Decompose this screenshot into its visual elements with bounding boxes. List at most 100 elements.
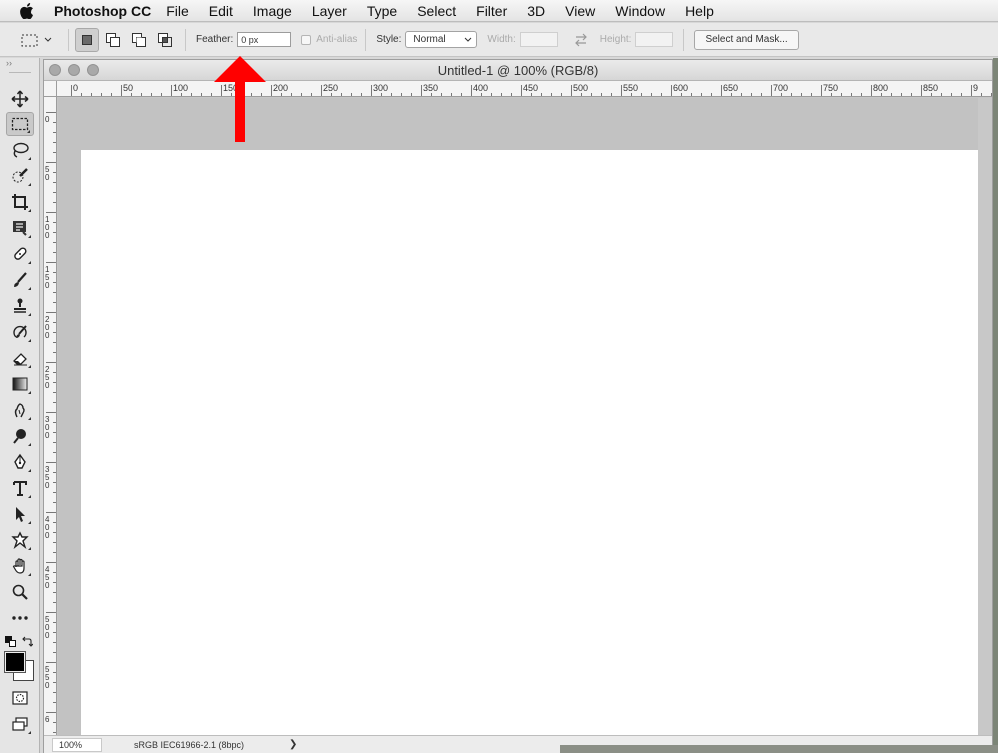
menu-edit[interactable]: Edit [209,3,233,19]
desktop-background-bottom [560,745,998,753]
tool-group-indicator [28,521,31,524]
zoom-tool[interactable] [6,580,34,604]
options-divider [68,28,69,51]
hand-tool[interactable] [6,554,34,578]
vertical-ruler-ticks: 0501001502002503003504004505005506 [45,112,56,733]
height-input[interactable] [635,32,674,47]
healing-brush-icon [14,247,27,260]
panel-grip[interactable] [9,72,31,73]
edit-toolbar-button[interactable] [6,606,34,630]
intersect-selection-button[interactable] [153,28,177,52]
lasso-tool[interactable] [6,138,34,162]
screen-mode-button[interactable] [6,712,34,736]
quick-selection-tool[interactable] [6,164,34,188]
ruler-label: 0 [45,381,50,390]
spot-healing-tool[interactable] [6,242,34,266]
zoom-window-button[interactable] [87,64,99,76]
dodge-tool[interactable] [6,424,34,448]
tool-group-indicator [28,495,31,498]
document-title-bar[interactable]: Untitled-1 @ 100% (RGB/8) [44,60,992,81]
quick-mask-button[interactable] [6,686,34,710]
horizontal-ruler[interactable]: 0 50 100 150 200 250 300 350 400 450 500 550 600 650 7… [57,81,992,97]
ruler-label: 250 [323,83,338,93]
path-selection-icon [16,507,25,522]
history-brush-tool[interactable] [6,320,34,344]
ruler-label: 400 [473,83,488,93]
add-selection-icon [106,32,120,47]
select-and-mask-button[interactable]: Select and Mask... [694,29,799,50]
chevron-down-icon [465,37,472,42]
document-window: Untitled-1 @ 100% (RGB/8) 0 50 100 150 200 25… [43,59,993,753]
document-profile: sRGB IEC61966-2.1 (8bpc) [134,739,245,750]
menu-type[interactable]: Type [367,3,397,19]
menu-view[interactable]: View [565,3,595,19]
menu-window[interactable]: Window [615,3,665,19]
ruler-label: 0 [45,281,50,290]
tool-preset-picker[interactable] [10,26,62,54]
move-tool[interactable] [6,87,34,111]
tool-group-indicator [28,731,31,734]
pasteboard[interactable] [58,98,981,750]
menu-3d[interactable]: 3D [527,3,545,19]
eraser-tool[interactable] [6,346,34,370]
canvas[interactable] [81,150,981,750]
swap-colors-icon[interactable] [21,636,33,648]
panel-collapse-icon[interactable]: ›› [0,58,39,70]
menu-filter[interactable]: Filter [476,3,507,19]
vertical-scrollbar[interactable] [978,98,992,735]
frame-tool[interactable] [6,216,34,240]
menu-image[interactable]: Image [253,3,292,19]
path-selection-tool[interactable] [6,502,34,526]
type-tool[interactable] [6,476,34,500]
pen-tool[interactable] [6,450,34,474]
vertical-ruler[interactable]: 0501001502002503003504004505005506 [44,97,57,735]
ruler-label: 550 [623,83,638,93]
ruler-label: 300 [373,83,388,93]
eyedropper-panel-icon [13,221,27,236]
blur-tool[interactable] [6,398,34,422]
subtract-from-selection-button[interactable] [127,28,151,52]
subtract-selection-icon [132,32,146,47]
style-select[interactable]: Normal [405,31,478,48]
ruler-label: 0 [45,581,50,590]
brush-tool[interactable] [6,268,34,292]
minimize-window-button[interactable] [68,64,80,76]
new-selection-button[interactable] [75,27,99,52]
status-menu-arrow-icon[interactable]: ❯ [289,739,297,750]
zoom-level-field[interactable]: 100% [52,737,102,752]
ruler-label: 450 [523,83,538,93]
gradient-tool[interactable] [6,372,34,396]
swap-width-height-icon[interactable] [574,33,588,47]
custom-shape-tool[interactable] [6,528,34,552]
ruler-label: 0 [45,231,50,240]
ruler-label: 50 [123,83,133,93]
smudge-icon [14,403,25,418]
tool-group-indicator [28,547,31,550]
ruler-label: 9 [973,83,978,93]
ruler-label: 0 [45,431,50,440]
anti-alias-checkbox[interactable] [301,34,312,45]
height-label: Height: [599,34,632,45]
tool-group-indicator [28,183,31,186]
ruler-origin[interactable] [44,81,57,97]
default-colors-icon[interactable] [5,636,16,647]
crop-tool[interactable] [6,190,34,214]
width-input[interactable] [519,32,558,47]
clone-stamp-tool[interactable] [6,294,34,318]
menu-layer[interactable]: Layer [312,3,347,19]
add-to-selection-button[interactable] [101,28,125,52]
move-icon [11,90,29,108]
app-name-menu[interactable]: Photoshop CC [54,3,151,19]
ruler-label: 0 [45,331,50,340]
feather-input[interactable]: 0 px [237,32,292,47]
menu-help[interactable]: Help [685,3,714,19]
foreground-color-swatch[interactable] [4,651,26,673]
apple-menu-icon[interactable] [0,2,54,19]
ruler-label: 0 [45,681,50,690]
ruler-label: 650 [723,83,738,93]
menu-select[interactable]: Select [417,3,456,19]
options-divider [365,28,367,51]
rectangular-marquee-tool[interactable] [6,112,34,136]
close-window-button[interactable] [49,64,61,76]
menu-file[interactable]: File [166,3,189,19]
